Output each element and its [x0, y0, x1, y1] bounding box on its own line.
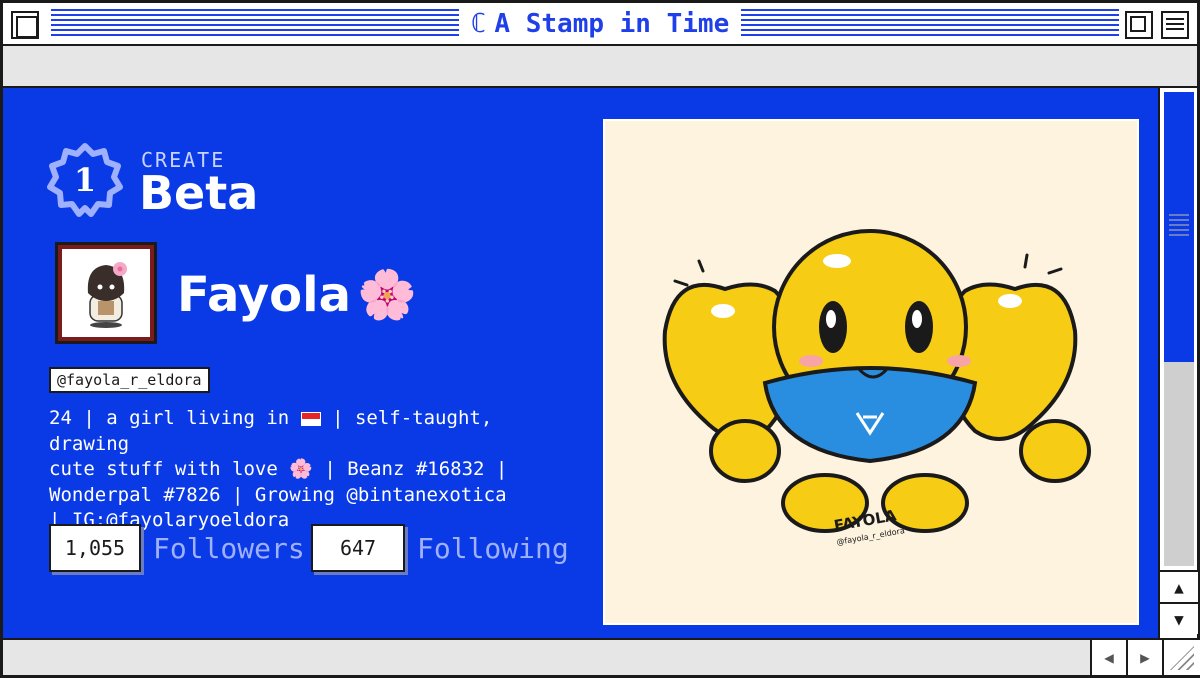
vertical-scrollbar[interactable]: ▲ ▼ — [1158, 88, 1200, 638]
profile-handle[interactable]: @fayola_r_eldora — [49, 367, 210, 393]
cherry-blossom-icon: 🌸 — [289, 458, 313, 480]
bio-text: 24 | a girl living in — [49, 407, 301, 429]
step-number: 1 — [73, 161, 97, 199]
scroll-right-icon[interactable]: ▶ — [1126, 640, 1162, 675]
scroll-down-icon[interactable]: ▼ — [1160, 602, 1198, 634]
profile-name: Fayola 🌸 — [177, 266, 417, 324]
bio-line-1: 24 | a girl living in | self-taught, dra… — [49, 406, 519, 457]
scroll-left-icon[interactable]: ◀ — [1090, 640, 1126, 675]
avatar[interactable] — [55, 242, 157, 344]
artwork-image: FAYOLA @fayola_r_eldora — [603, 119, 1139, 625]
toolbar-strip — [0, 46, 1200, 88]
resize-handle-icon[interactable] — [1162, 640, 1200, 675]
cherry-blossom-icon: 🌸 — [357, 267, 417, 323]
title-wrap: ℂ A Stamp in Time — [3, 6, 1197, 42]
scroll-track-empty[interactable] — [1164, 362, 1194, 566]
scroll-up-icon[interactable]: ▲ — [1160, 570, 1198, 602]
scroll-thumb[interactable] — [1164, 180, 1194, 270]
followers-label[interactable]: Followers — [153, 532, 305, 565]
create-title: Beta — [139, 166, 259, 220]
followers-count[interactable]: 1,055 — [49, 524, 141, 572]
main-content: 1 CREATE Beta Fayola 🌸 @fayola_r_eldora … — [0, 88, 1158, 638]
muscle-character-illustration: FAYOLA @fayola_r_eldora — [662, 229, 1091, 547]
bio-line-3: Wonderpal #7826 | Growing @bintanexotica — [49, 483, 507, 506]
title-bar: ℂ A Stamp in Time — [0, 0, 1200, 46]
app-logo-icon: ℂ — [470, 9, 487, 39]
avatar-character-icon — [87, 262, 127, 328]
indonesia-flag-icon — [300, 411, 321, 426]
zoom-box-icon[interactable] — [1125, 11, 1153, 39]
window-title-text: A Stamp in Time — [494, 9, 730, 39]
following-count[interactable]: 647 — [311, 524, 405, 572]
profile-bio: 24 | a girl living in | self-taught, dra… — [49, 406, 519, 534]
following-label[interactable]: Following — [417, 532, 569, 565]
bio-text: cute stuff with love — [49, 458, 290, 480]
window-title: ℂ A Stamp in Time — [458, 6, 742, 42]
collapse-box-icon[interactable] — [1161, 11, 1189, 39]
profile-name-text: Fayola — [177, 266, 351, 323]
bio-text: | Beanz #16832 | — [312, 458, 508, 480]
bio-line-2: cute stuff with love 🌸 | Beanz #16832 | — [49, 457, 519, 483]
step-badge: 1 — [47, 142, 123, 218]
horizontal-scrollbar[interactable]: ◀ ▶ — [0, 638, 1200, 678]
